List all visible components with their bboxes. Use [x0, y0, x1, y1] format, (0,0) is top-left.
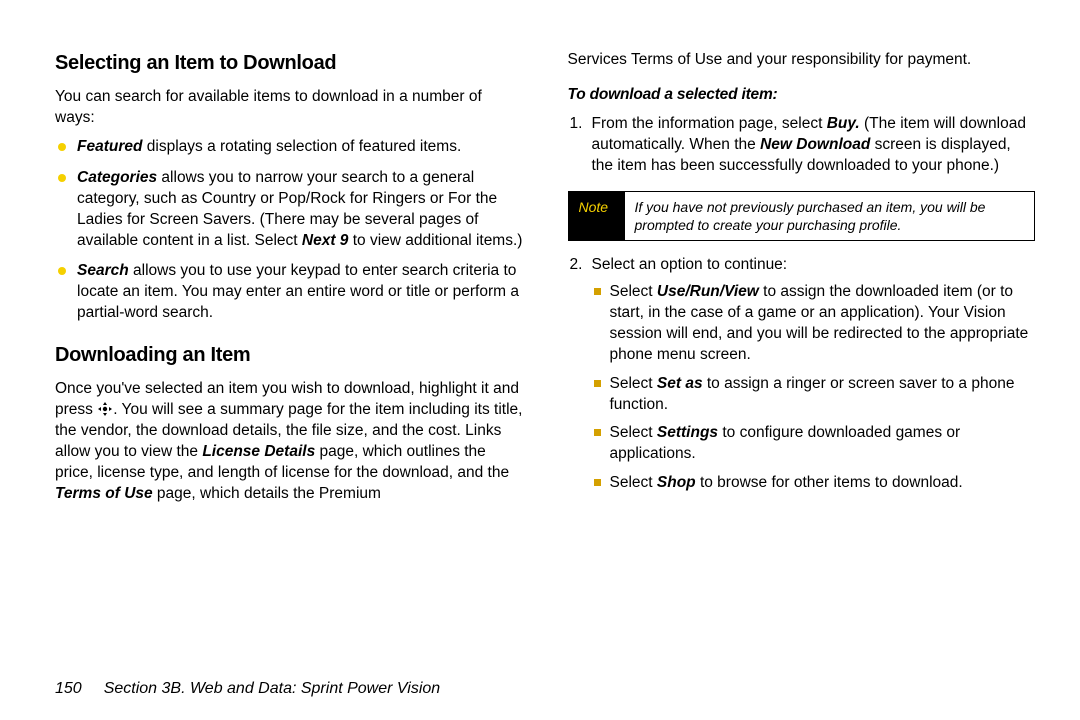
bold-next9: Next 9	[302, 232, 349, 249]
bullet-categories: Categories allows you to narrow your sea…	[55, 168, 523, 252]
text: to browse for other items to download.	[696, 474, 963, 491]
note-text: If you have not previously purchased an …	[625, 192, 1035, 240]
note-label: Note	[569, 192, 625, 240]
right-column: Services Terms of Use and your responsib…	[568, 50, 1036, 513]
download-para: Once you've selected an item you wish to…	[55, 379, 523, 505]
text: allows you to use your keypad to enter s…	[77, 262, 519, 321]
heading-downloading: Downloading an Item	[55, 342, 523, 369]
page-footer: 150 Section 3B. Web and Data: Sprint Powe…	[55, 680, 440, 698]
subhead-download: To download a selected item:	[568, 85, 1036, 106]
bold-categories: Categories	[77, 169, 157, 186]
bullet-featured: Featured displays a rotating selection o…	[55, 137, 523, 158]
text: Select	[610, 474, 657, 491]
nav-key-icon	[97, 401, 113, 417]
step-1: From the information page, select Buy. (…	[568, 114, 1036, 241]
intro-para: You can search for available items to do…	[55, 87, 523, 129]
opt-setas: Select Set as to assign a ringer or scre…	[592, 374, 1036, 416]
bold-terms: Terms of Use	[55, 485, 153, 502]
bold-search: Search	[77, 262, 129, 279]
text: displays a rotating selection of feature…	[142, 138, 461, 155]
steps-list: From the information page, select Buy. (…	[568, 114, 1036, 494]
bold-buy: Buy.	[827, 115, 860, 132]
text: Select	[610, 375, 657, 392]
section-title: Section 3B. Web and Data: Sprint Power V…	[104, 680, 440, 697]
text: Select an option to continue:	[592, 256, 788, 273]
bold-setas: Set as	[657, 375, 703, 392]
step-2: Select an option to continue: Select Use…	[568, 255, 1036, 494]
text: From the information page, select	[592, 115, 827, 132]
bold-featured: Featured	[77, 138, 142, 155]
ways-list: Featured displays a rotating selection o…	[55, 137, 523, 324]
page-body: Selecting an Item to Download You can se…	[0, 0, 1080, 513]
bold-license: License Details	[202, 443, 315, 460]
text: to view additional items.)	[348, 232, 522, 249]
bullet-search: Search allows you to use your keypad to …	[55, 261, 523, 324]
options-list: Select Use/Run/View to assign the downlo…	[592, 282, 1036, 494]
opt-shop: Select Shop to browse for other items to…	[592, 473, 1036, 494]
bold-shop: Shop	[657, 474, 696, 491]
opt-use: Select Use/Run/View to assign the downlo…	[592, 282, 1036, 366]
text: page, which details the Premium	[153, 485, 381, 502]
cont-para: Services Terms of Use and your responsib…	[568, 50, 1036, 71]
left-column: Selecting an Item to Download You can se…	[55, 50, 523, 513]
bold-use: Use/Run/View	[657, 283, 759, 300]
heading-selecting: Selecting an Item to Download	[55, 50, 523, 77]
opt-settings: Select Settings to configure downloaded …	[592, 423, 1036, 465]
text: Select	[610, 283, 657, 300]
page-number: 150	[55, 680, 82, 697]
bold-settings: Settings	[657, 424, 718, 441]
text: Select	[610, 424, 657, 441]
note-box: Note If you have not previously purchase…	[568, 191, 1036, 241]
bold-new-download: New Download	[760, 136, 870, 153]
